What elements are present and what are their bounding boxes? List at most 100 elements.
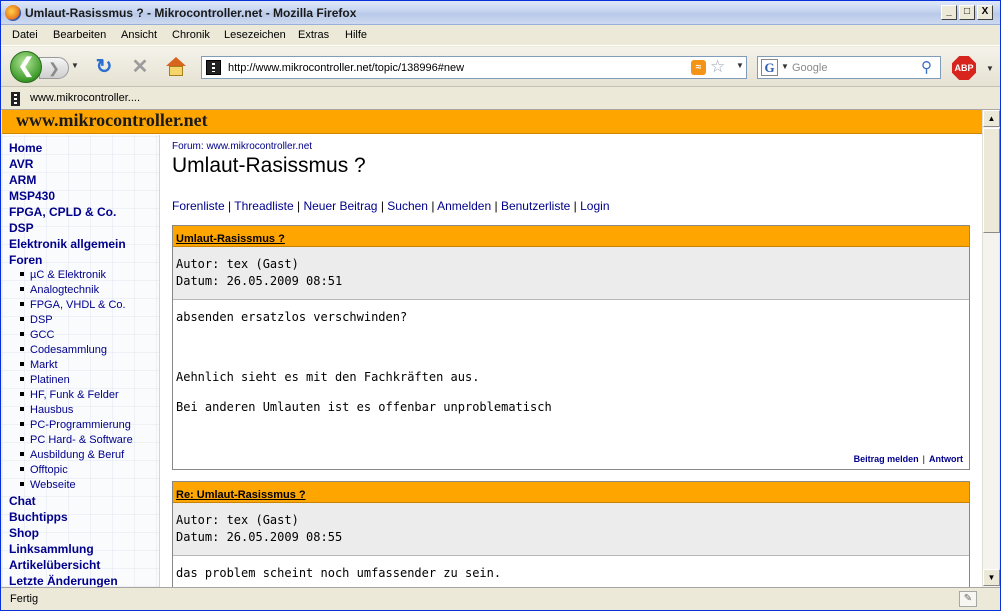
post-line: Bei anderen Umlauten ist es offenbar unp… [176,400,552,414]
search-icon[interactable]: ⚲ [921,58,932,76]
sidebar-forum-ausbildung[interactable]: Ausbildung & Beruf [20,449,124,461]
adblock-dropdown-icon[interactable]: ▼ [986,64,994,73]
sidebar-item-foren[interactable]: Foren [9,253,42,267]
report-post-link[interactable]: Beitrag melden [854,454,919,464]
tab-mikrocontroller[interactable]: www.mikrocontroller.... [30,92,140,104]
sidebar-forum-analog[interactable]: Analogtechnik [20,284,99,296]
sidebar-item-buchtipps[interactable]: Buchtipps [9,510,68,524]
reload-icon[interactable]: ↻ [94,57,114,77]
maximize-button[interactable]: □ [959,5,975,20]
post-author: Autor: tex (Gast) [176,257,299,271]
post-meta: Autor: tex (Gast) Datum: 26.05.2009 08:5… [173,503,969,556]
post-actions: Beitrag melden | Antwort [853,454,963,464]
sidebar-forum-webseite[interactable]: Webseite [20,479,76,491]
sidebar-forum-gcc[interactable]: GCC [20,329,54,341]
post-date: Datum: 26.05.2009 08:55 [176,530,343,544]
sidebar-forum-fpga[interactable]: FPGA, VHDL & Co. [20,299,126,311]
post-title-link[interactable]: Re: Umlaut-Rasissmus ? [176,489,306,501]
sidebar: Home AVR ARM MSP430 FPGA, CPLD & Co. DSP… [2,135,160,587]
post-body: absenden ersatzlos verschwinden? ​ ​ ​ A… [173,300,969,421]
breadcrumb[interactable]: Forum: www.mikrocontroller.net [172,141,312,152]
nav-login[interactable]: Login [580,199,609,213]
sidebar-item-msp430[interactable]: MSP430 [9,189,55,203]
scrollbar-thumb[interactable] [983,128,1000,233]
sidebar-forum-uc[interactable]: µC & Elektronik [20,269,106,281]
site-title[interactable]: www.mikrocontroller.net [16,110,208,131]
minimize-button[interactable]: _ [941,5,957,20]
post-body: das problem scheint noch umfassender zu … [173,556,969,587]
menu-datei[interactable]: Datei [12,29,38,41]
sidebar-forum-pc-prog[interactable]: PC-Programmierung [20,419,131,431]
stop-icon[interactable]: ✕ [130,57,150,77]
sidebar-forum-pc-hw[interactable]: PC Hard- & Software [20,434,133,446]
sidebar-item-avr[interactable]: AVR [9,157,33,171]
sidebar-item-shop[interactable]: Shop [9,526,39,540]
sidebar-item-links[interactable]: Linksammlung [9,542,94,556]
post-date: Datum: 26.05.2009 08:51 [176,274,343,288]
post-title-link[interactable]: Umlaut-Rasissmus ? [176,233,285,245]
sidebar-forum-platinen[interactable]: Platinen [20,374,70,386]
sidebar-item-aenderungen[interactable]: Letzte Änderungen [9,574,118,587]
main-content: Forum: www.mikrocontroller.net Umlaut-Ra… [172,135,972,587]
sidebar-forum-hf[interactable]: HF, Funk & Felder [20,389,119,401]
forum-post: Umlaut-Rasissmus ? Autor: tex (Gast) Dat… [172,225,970,470]
menu-bearbeiten[interactable]: Bearbeiten [53,29,106,41]
nav-anmelden[interactable]: Anmelden [437,199,491,213]
rss-feed-icon[interactable]: ≈ [691,60,706,75]
sidebar-item-fpga[interactable]: FPGA, CPLD & Co. [9,205,116,219]
vertical-scrollbar[interactable]: ▲ ▼ [982,110,1000,587]
page-viewport: www.mikrocontroller.net Home AVR ARM MSP… [2,110,982,587]
sidebar-forum-dsp[interactable]: DSP [20,314,53,326]
post-line: ​ [176,340,966,355]
search-input[interactable] [792,59,918,76]
sidebar-item-elektronik[interactable]: Elektronik allgemein [9,237,126,251]
menu-lesezeichen[interactable]: Lesezeichen [224,29,286,41]
page-title: Umlaut-Rasissmus ? [172,154,366,177]
sidebar-forum-hausbus[interactable]: Hausbus [20,404,73,416]
sidebar-forum-markt[interactable]: Markt [20,359,58,371]
url-history-dropdown-icon[interactable]: ▼ [736,61,744,70]
nav-forenliste[interactable]: Forenliste [172,199,225,213]
nav-suchen[interactable]: Suchen [387,199,428,213]
navigation-toolbar: ❯ ❮ ▼ ↻ ✕ ≈ ☆ ▼ G ▼ ⚲ ABP ▼ [1,47,1000,87]
url-input[interactable] [228,59,668,76]
reply-link[interactable]: Antwort [929,454,963,464]
tab-strip: www.mikrocontroller.... [1,88,1000,110]
post-author: Autor: tex (Gast) [176,513,299,527]
nav-benutzerliste[interactable]: Benutzerliste [501,199,570,213]
post-meta: Autor: tex (Gast) Datum: 26.05.2009 08:5… [173,247,969,300]
back-button[interactable]: ❮ [10,51,42,83]
forward-button[interactable]: ❯ [39,57,69,79]
menu-ansicht[interactable]: Ansicht [121,29,157,41]
status-addon-icon[interactable]: ✎ [959,591,977,607]
site-favicon-icon [206,60,221,75]
sidebar-forum-offtopic[interactable]: Offtopic [20,464,68,476]
adblock-plus-button[interactable]: ABP [952,56,976,80]
menu-hilfe[interactable]: Hilfe [345,29,367,41]
nav-threadliste[interactable]: Threadliste [234,199,293,213]
bookmark-star-icon[interactable]: ☆ [710,57,725,77]
nav-neuer-beitrag[interactable]: Neuer Beitrag [303,199,377,213]
post-line: absenden ersatzlos verschwinden? [176,310,408,324]
address-bar: ≈ ☆ ▼ [201,56,747,79]
google-icon[interactable]: G [761,59,778,76]
home-icon[interactable] [165,56,187,78]
title-bar: Umlaut-Rasissmus ? - Mikrocontroller.net… [1,1,1000,25]
tab-favicon-icon [11,92,20,106]
menu-chronik[interactable]: Chronik [172,29,210,41]
menu-extras[interactable]: Extras [298,29,329,41]
close-button[interactable]: X [977,5,993,20]
post-line: Aehnlich sieht es mit den Fachkräften au… [176,370,480,384]
search-engine-dropdown-icon[interactable]: ▼ [781,62,789,71]
scroll-down-icon[interactable]: ▼ [983,569,1000,586]
scroll-up-icon[interactable]: ▲ [983,110,1000,127]
menu-bar: Datei Bearbeiten Ansicht Chronik Lesezei… [1,26,1000,46]
sidebar-item-dsp[interactable]: DSP [9,221,34,235]
sidebar-item-artikel[interactable]: Artikelübersicht [9,558,100,572]
history-dropdown-icon[interactable]: ▼ [71,61,79,70]
sidebar-item-home[interactable]: Home [9,141,42,155]
sidebar-forum-code[interactable]: Codesammlung [20,344,107,356]
status-bar: Fertig ✎ [1,587,1000,610]
sidebar-item-chat[interactable]: Chat [9,494,36,508]
sidebar-item-arm[interactable]: ARM [9,173,36,187]
